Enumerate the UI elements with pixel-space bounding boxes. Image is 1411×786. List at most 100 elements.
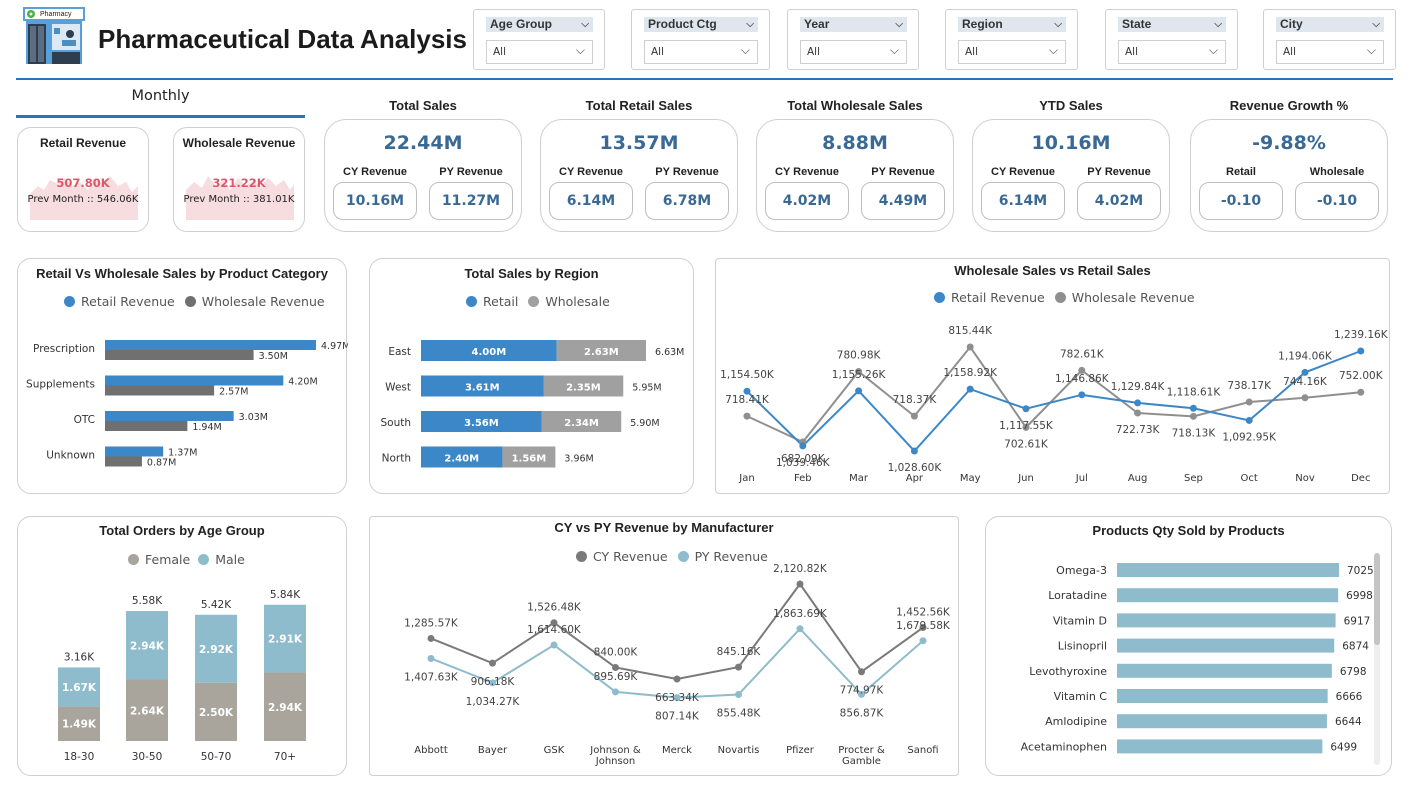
monthly-line-chart: Jan Feb Mar Apr May Jun Jul Aug Sep Oct Nov Dec 1,15… [720,325,1389,484]
chevron-down-icon[interactable]: ⌵ [1367,43,1376,58]
scrollbar-track[interactable] [1374,553,1380,765]
py-data-label: 1,034.27K [466,696,521,708]
py-point [612,688,619,696]
filter-dropdown[interactable]: All ⌵ [644,40,758,64]
total-label: 3.16K [64,651,95,663]
product-label: Vitamin C [1054,690,1108,703]
category-label: Prescription [33,343,95,355]
chevron-down-icon[interactable]: ⌵ [1214,17,1222,32]
wholesale-point [1245,398,1253,406]
kpi-right-label: PY Revenue [871,166,935,178]
data-label: 3.03M [239,412,268,423]
retail-point [799,442,807,450]
kpi-left-label: CY Revenue [775,166,839,178]
filter-dropdown[interactable]: All ⌵ [800,40,907,64]
retail-point [1189,404,1197,412]
qty-bar [1117,613,1336,628]
wholesale-point [910,412,918,420]
kpi-right-value: -0.10 [1295,182,1379,220]
tab-monthly[interactable]: Monthly [16,82,305,118]
wholesale-data-label: 718.41K [725,394,770,406]
wholesale-data-label: 752.00K [1339,370,1384,382]
filter-label[interactable]: Year ⌵ [800,17,907,32]
retail-point [1245,416,1253,424]
x-tick-label: Johnson [595,756,635,767]
product-label: Lisinopril [1058,640,1107,653]
x-tick-label: Abbott [414,745,448,756]
chevron-down-icon[interactable]: ⌵ [576,43,585,58]
x-tick-label: Sep [1184,473,1203,484]
x-tick-label: Gamble [842,756,881,767]
py-point [796,625,804,633]
scrollbar-thumb[interactable] [1374,553,1380,645]
filter-age-group: Age Group ⌵ All ⌵ [473,9,605,70]
x-tick-label: Jul [1075,473,1088,484]
category-label: OTC [74,414,95,426]
filter-dropdown[interactable]: All ⌵ [1118,40,1226,64]
wholesale-revenue-card: Wholesale Revenue 321.22K Prev Month :: … [173,127,305,232]
filter-label[interactable]: City ⌵ [1276,17,1384,32]
manufacturer-chart-card: CY vs PY Revenue by Manufacturer CY Reve… [369,516,959,776]
chevron-down-icon[interactable]: ⌵ [890,43,899,58]
filter-label[interactable]: State ⌵ [1118,17,1226,32]
filter-label[interactable]: Region ⌵ [958,17,1066,32]
filter-dropdown[interactable]: All ⌵ [486,40,593,64]
total-label: 5.84K [270,589,301,601]
retail-data-label: 1,154.50K [720,369,775,381]
chevron-down-icon[interactable]: ⌵ [746,17,754,32]
pharmacy-logo: Pharmacy [22,6,86,66]
qty-bar [1117,588,1339,603]
x-tick-label: Procter & [838,745,885,756]
retail-point [1078,391,1086,399]
total-label: 5.90M [630,418,659,429]
cy-data-label: 2,120.82K [773,563,828,575]
kpi-card: 13.57M CY Revenue PY Revenue 6.14M 6.78M [540,119,738,232]
kpi-right-label: Wholesale [1309,166,1365,178]
data-label: 3.56M [464,418,499,429]
filter-label[interactable]: Product Ctg ⌵ [644,17,758,32]
retail-data-label: 1,146.86K [1055,373,1110,385]
chevron-down-icon[interactable]: ⌵ [1049,43,1058,58]
filter-dropdown[interactable]: All ⌵ [958,40,1066,64]
x-tick-label: 50-70 [201,751,232,763]
filter-region: Region ⌵ All ⌵ [945,9,1078,70]
retail-bar [105,411,234,421]
qty-bar [1117,638,1335,653]
cy-point [673,675,681,683]
wholesale-data-label: 780.98K [837,350,882,362]
data-label: 1.56M [512,454,547,465]
data-label: 2.63M [584,347,619,358]
x-tick-label: Jun [1017,473,1034,484]
chevron-down-icon[interactable]: ⌵ [1054,17,1062,32]
retail-point [1134,399,1142,407]
kpi-right-label: PY Revenue [1087,166,1151,178]
category-label: North [382,453,411,465]
kpi-card: 22.44M CY Revenue PY Revenue 10.16M 11.27M [324,119,522,232]
x-tick-label: Johnson & [589,745,641,756]
filter-label[interactable]: Age Group ⌵ [486,17,593,32]
product-label: Levothyroxine [1029,665,1107,678]
retail-bar [105,340,316,350]
cy-point [489,659,496,667]
manufacturer-line-chart: Abbott Bayer GSK Johnson &Johnson Merck Novar… [404,563,951,767]
chevron-down-icon[interactable]: ⌵ [895,17,903,32]
chevron-down-icon[interactable]: ⌵ [741,43,750,58]
x-tick-label: Feb [794,473,812,484]
data-label: 3.50M [259,351,288,362]
filter-dropdown[interactable]: All ⌵ [1276,40,1384,64]
chevron-down-icon[interactable]: ⌵ [1209,43,1218,58]
chevron-down-icon[interactable]: ⌵ [1372,17,1380,32]
cy-data-label: 906.18K [471,676,516,688]
filter-year: Year ⌵ All ⌵ [787,9,919,70]
py-data-label: 895.69K [594,671,639,683]
data-label: 2.91K [268,634,303,646]
x-tick-label: Nov [1295,473,1315,484]
data-label: 7025 [1347,565,1374,577]
qty-bar [1117,739,1323,754]
x-tick-label: 70+ [274,751,296,763]
data-label: 4.20M [288,377,317,388]
chevron-down-icon[interactable]: ⌵ [581,17,589,32]
py-data-label: 856.87K [840,707,885,719]
category-label: West [385,382,411,394]
kpi-left-value: 10.16M [333,182,417,220]
